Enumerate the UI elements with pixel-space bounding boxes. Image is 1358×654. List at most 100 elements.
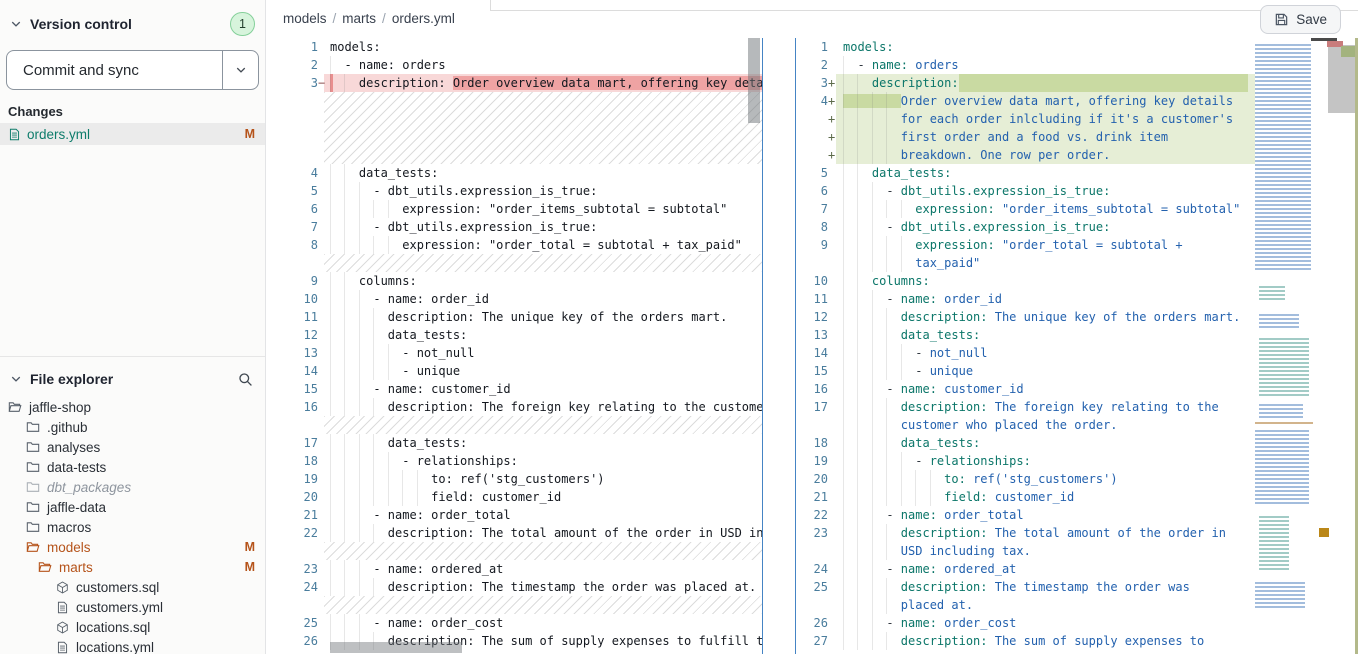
- code-row[interactable]: 26 - name: order_cost: [796, 614, 1255, 632]
- code-row[interactable]: + breakdown. One row per order.: [796, 146, 1255, 164]
- commit-and-sync-button[interactable]: Commit and sync: [7, 51, 222, 89]
- code-row[interactable]: 11 - name: order_id: [796, 290, 1255, 308]
- indent-guide: [373, 344, 374, 362]
- tree-item-data-tests[interactable]: data-tests: [0, 457, 265, 477]
- code-row[interactable]: 19 to: ref('stg_customers'): [266, 470, 762, 488]
- code-row[interactable]: 14 - unique: [266, 362, 762, 380]
- code-row[interactable]: 25 - name: order_cost: [266, 614, 762, 632]
- tree-item-dbt-packages[interactable]: dbt_packages: [0, 477, 265, 497]
- horizontal-scrollbar-thumb[interactable]: [330, 642, 462, 653]
- file-explorer-header[interactable]: File explorer: [0, 357, 265, 397]
- indent-guide: [344, 326, 345, 344]
- breadcrumb-marts[interactable]: marts: [342, 11, 376, 26]
- code-row[interactable]: 7 expression: "order_items_subtotal = su…: [796, 200, 1255, 218]
- code-row[interactable]: 2 - name: orders: [796, 56, 1255, 74]
- code-row[interactable]: 12 data_tests:: [266, 326, 762, 344]
- code-row[interactable]: 4 data_tests:: [266, 164, 762, 182]
- changes-count-badge: 1: [230, 12, 255, 36]
- indent-guide: [843, 56, 844, 74]
- code-row[interactable]: 20 to: ref('stg_customers'): [796, 470, 1255, 488]
- code-row[interactable]: 24 - name: ordered_at: [796, 560, 1255, 578]
- indent-guide: [857, 596, 858, 614]
- code-row[interactable]: 10 - name: order_id: [266, 290, 762, 308]
- changed-file-row[interactable]: orders.ymlM: [0, 123, 265, 145]
- tree-item-macros[interactable]: macros: [0, 517, 265, 537]
- code-row[interactable]: 23 - name: ordered_at: [266, 560, 762, 578]
- code-row[interactable]: 9 columns:: [266, 272, 762, 290]
- code-row[interactable]: 12 description: The unique key of the or…: [796, 308, 1255, 326]
- code-row[interactable]: 1models:: [796, 38, 1255, 56]
- breadcrumb-file[interactable]: orders.yml: [392, 11, 455, 26]
- code-row[interactable]: 11 description: The unique key of the or…: [266, 308, 762, 326]
- code-row[interactable]: 17 description: The foreign key relating…: [796, 398, 1255, 416]
- tree-item-label: analyses: [47, 440, 100, 455]
- code-row[interactable]: 21 field: customer_id: [796, 488, 1255, 506]
- tree-item-models[interactable]: modelsM: [0, 537, 265, 557]
- code-row[interactable]: 10 columns:: [796, 272, 1255, 290]
- tree-item-customers-yml[interactable]: customers.yml: [0, 597, 265, 617]
- tree-item-customers-sql[interactable]: customers.sql: [0, 577, 265, 597]
- tree-item-analyses[interactable]: analyses: [0, 437, 265, 457]
- indent-guide: [344, 200, 345, 218]
- commit-options-dropdown[interactable]: [222, 51, 258, 89]
- indent-guide: [373, 236, 374, 254]
- code-row[interactable]: 3− description: Order overview data mart…: [266, 74, 762, 92]
- code-row[interactable]: 14 - not_null: [796, 344, 1255, 362]
- code-row[interactable]: 1models:: [266, 38, 762, 56]
- code-row[interactable]: 5 - dbt_utils.expression_is_true:: [266, 182, 762, 200]
- tree-item-locations-sql[interactable]: locations.sql: [0, 617, 265, 637]
- code-row[interactable]: 18 - relationships:: [266, 452, 762, 470]
- code-row[interactable]: 15 - unique: [796, 362, 1255, 380]
- diff-splitter[interactable]: [762, 38, 796, 654]
- code-row[interactable]: + for each order inlcluding if it's a cu…: [796, 110, 1255, 128]
- diff-filler-row: [266, 416, 762, 434]
- code-row[interactable]: placed at.: [796, 596, 1255, 614]
- code-row[interactable]: 16 description: The foreign key relating…: [266, 398, 762, 416]
- code-row[interactable]: 7 - dbt_utils.expression_is_true:: [266, 218, 762, 236]
- code-row[interactable]: USD including tax.: [796, 542, 1255, 560]
- code-row[interactable]: 16 - name: customer_id: [796, 380, 1255, 398]
- code-row[interactable]: 5 data_tests:: [796, 164, 1255, 182]
- code-row[interactable]: 24 description: The timestamp the order …: [266, 578, 762, 596]
- tree-item-marts[interactable]: martsM: [0, 557, 265, 577]
- search-icon[interactable]: [238, 372, 253, 387]
- code-row[interactable]: 4+ Order overview data mart, offering ke…: [796, 92, 1255, 110]
- code-row[interactable]: 8 - dbt_utils.expression_is_true:: [796, 218, 1255, 236]
- code-row[interactable]: 19 - relationships:: [796, 452, 1255, 470]
- code-row[interactable]: 13 - not_null: [266, 344, 762, 362]
- diff-change-marker: +: [828, 74, 843, 92]
- code-row[interactable]: 18 data_tests:: [796, 434, 1255, 452]
- code-row[interactable]: 3+ description:: [796, 74, 1255, 92]
- tree-item-locations-yml[interactable]: locations.yml: [0, 637, 265, 654]
- code-row[interactable]: 17 data_tests:: [266, 434, 762, 452]
- code-row[interactable]: 13 data_tests:: [796, 326, 1255, 344]
- code-row[interactable]: 21 - name: order_total: [266, 506, 762, 524]
- save-button[interactable]: Save: [1260, 5, 1341, 34]
- line-number: 4: [266, 164, 318, 182]
- code-row[interactable]: 8 expression: "order_total = subtotal + …: [266, 236, 762, 254]
- version-control-header[interactable]: Version control 1: [0, 0, 265, 44]
- code-row[interactable]: 15 - name: customer_id: [266, 380, 762, 398]
- code-row[interactable]: 25 description: The timestamp the order …: [796, 578, 1255, 596]
- indent-guide: [344, 398, 345, 416]
- code-row[interactable]: tax_paid": [796, 254, 1255, 272]
- code-row[interactable]: 27 description: The sum of supply expens…: [796, 632, 1255, 650]
- indent-guide: [872, 92, 873, 110]
- indent-guide: [359, 434, 360, 452]
- code-row[interactable]: 20 field: customer_id: [266, 488, 762, 506]
- code-row[interactable]: + first order and a food vs. drink item: [796, 128, 1255, 146]
- tree-item-jaffle-shop[interactable]: jaffle-shop: [0, 397, 265, 417]
- code-row[interactable]: 2 - name: orders: [266, 56, 762, 74]
- tree-item-label: models: [47, 540, 91, 555]
- code-row[interactable]: 22 description: The total amount of the …: [266, 524, 762, 542]
- code-row[interactable]: 9 expression: "order_total = subtotal +: [796, 236, 1255, 254]
- vertical-scrollbar-thumb[interactable]: [748, 38, 760, 123]
- tree-item-jaffle-data[interactable]: jaffle-data: [0, 497, 265, 517]
- code-row[interactable]: 23 description: The total amount of the …: [796, 524, 1255, 542]
- code-row[interactable]: 6 - dbt_utils.expression_is_true:: [796, 182, 1255, 200]
- tree-item--github[interactable]: .github: [0, 417, 265, 437]
- code-row[interactable]: customer who placed the order.: [796, 416, 1255, 434]
- code-row[interactable]: 6 expression: "order_items_subtotal = su…: [266, 200, 762, 218]
- breadcrumb-models[interactable]: models: [283, 11, 327, 26]
- code-row[interactable]: 22 - name: order_total: [796, 506, 1255, 524]
